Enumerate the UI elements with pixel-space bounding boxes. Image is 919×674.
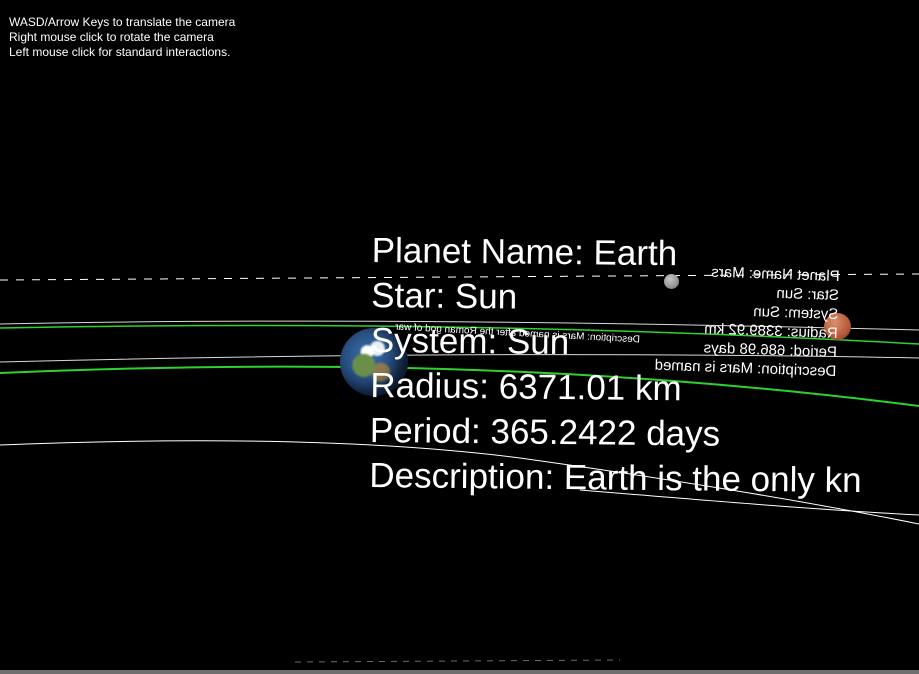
earth-info-label: Planet Name: Earth Star: Sun System: Sun… xyxy=(369,228,864,503)
earth-period: Period: 365.2422 days xyxy=(369,410,721,454)
help-line-translate: WASD/Arrow Keys to translate the camera xyxy=(9,15,236,29)
earth-description: Description: Earth is the only kn xyxy=(369,455,862,501)
earth-radius: Radius: 6371.01 km xyxy=(370,365,682,409)
help-line-interact: Left mouse click for standard interactio… xyxy=(9,45,231,59)
earth-star: Star: Sun xyxy=(371,275,518,317)
bottom-orbit xyxy=(294,659,621,663)
earth-name: Planet Name: Earth xyxy=(371,230,678,274)
help-line-rotate: Right mouse click to rotate the camera xyxy=(9,30,214,44)
earth-system: System: Sun xyxy=(370,320,570,363)
controls-help: WASD/Arrow Keys to translate the camera … xyxy=(9,15,235,60)
3d-viewport[interactable]: WASD/Arrow Keys to translate the camera … xyxy=(0,0,919,674)
